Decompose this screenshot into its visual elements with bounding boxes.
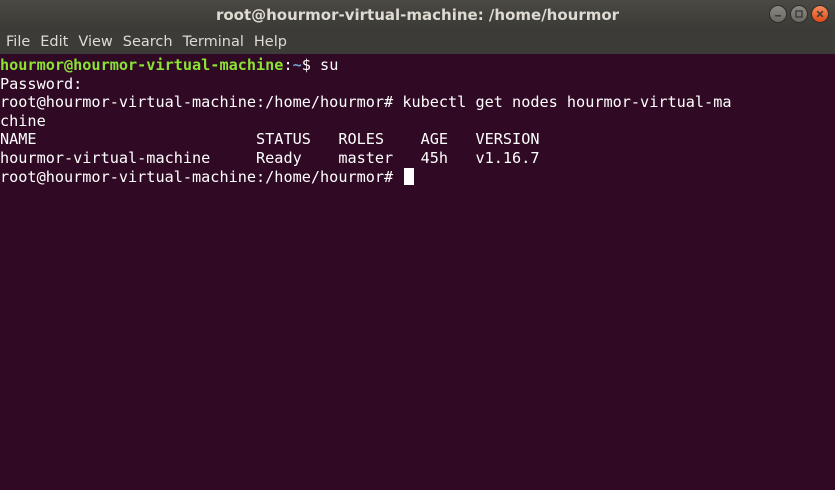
window-controls xyxy=(769,5,829,25)
terminal-line-prompt: root@hourmor-virtual-machine:/home/hourm… xyxy=(0,167,820,187)
menu-search[interactable]: Search xyxy=(118,30,178,54)
title-bar[interactable]: root@hourmor-virtual-machine: /home/hour… xyxy=(0,0,835,30)
prompt-path: ~ xyxy=(292,56,302,74)
window-title: root@hourmor-virtual-machine: /home/hour… xyxy=(215,6,620,24)
prompt-user-host: hourmor@hourmor-virtual-machine xyxy=(0,56,284,74)
terminal-line-kubectl-wrap: chine xyxy=(0,111,46,130)
menu-help[interactable]: Help xyxy=(249,30,292,54)
terminal-output[interactable]: hourmor@hourmor-virtual-machine:~$ su Pa… xyxy=(0,54,820,490)
menu-bar: File Edit View Search Terminal Help xyxy=(0,30,835,54)
menu-file[interactable]: File xyxy=(0,30,35,54)
terminal-line-kubectl: root@hourmor-virtual-machine:/home/hourm… xyxy=(0,93,732,112)
terminal-line-su: hourmor@hourmor-virtual-machine:~$ su xyxy=(0,56,820,75)
scrollbar[interactable] xyxy=(820,54,835,490)
terminal-line-password: Password: xyxy=(0,74,83,93)
text-cursor xyxy=(404,167,415,185)
menu-edit[interactable]: Edit xyxy=(35,30,73,54)
nodes-table-header: NAME STATUS ROLES AGE VERSION xyxy=(0,130,540,149)
minimize-button[interactable] xyxy=(769,5,787,23)
maximize-icon xyxy=(795,10,803,18)
close-icon xyxy=(816,10,824,18)
minimize-icon xyxy=(775,15,781,17)
prompt-separator: : xyxy=(283,56,293,74)
nodes-table-row: hourmor-virtual-machine Ready master 45h… xyxy=(0,148,540,167)
terminal-window: root@hourmor-virtual-machine: /home/hour… xyxy=(0,0,835,490)
current-prompt: root@hourmor-virtual-machine:/home/hourm… xyxy=(0,167,403,186)
menu-view[interactable]: View xyxy=(73,30,117,54)
close-button[interactable] xyxy=(811,5,829,23)
maximize-button[interactable] xyxy=(790,5,808,23)
command-su: $ su xyxy=(301,56,339,74)
menu-terminal[interactable]: Terminal xyxy=(178,30,249,54)
